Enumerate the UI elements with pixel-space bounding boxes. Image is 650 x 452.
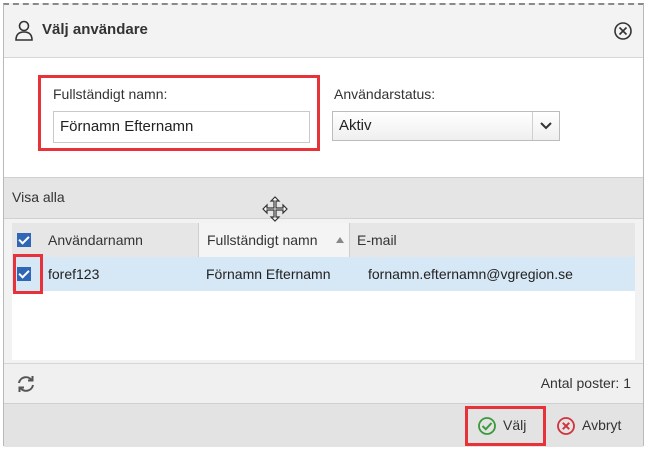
select-all-checkbox[interactable]	[17, 233, 31, 247]
move-icon	[262, 196, 288, 222]
row-checkbox-highlight	[13, 254, 43, 294]
show-all-bar[interactable]: Visa alla	[4, 177, 643, 222]
cell-fullname: Förnamn Efternamn	[206, 266, 331, 282]
col-fullname[interactable]: Fullständigt namn	[198, 223, 350, 257]
col-username[interactable]: Användarnamn	[48, 223, 143, 257]
status-label: Användarstatus:	[334, 86, 436, 102]
grid-footer: Antal poster: 1	[4, 363, 643, 404]
col-email[interactable]: E-mail	[357, 223, 397, 257]
status-select[interactable]: Aktiv	[332, 111, 560, 141]
cancel-circle-icon	[557, 417, 575, 435]
record-count: Antal poster: 1	[540, 375, 631, 391]
fullname-input[interactable]: Förnamn Efternamn	[53, 111, 310, 143]
table-row[interactable]: foref123 Förnamn Efternamn fornamn.efter…	[12, 257, 635, 291]
cell-username: foref123	[48, 266, 100, 282]
status-selected-value: Aktiv	[339, 117, 372, 134]
refresh-icon[interactable]	[16, 374, 36, 394]
fullname-label: Fullständigt namn:	[53, 86, 168, 102]
select-user-dialog: Välj användare Fullständigt namn: Förnam…	[3, 3, 644, 447]
cell-email: fornamn.efternamn@vgregion.se	[368, 266, 573, 282]
check-circle-icon	[478, 417, 496, 435]
cancel-button-label: Avbryt	[582, 417, 622, 433]
dialog-title: Välj användare	[42, 21, 148, 38]
cancel-button[interactable]: Avbryt	[556, 412, 638, 438]
dialog-titlebar: Välj användare	[4, 5, 643, 58]
col-fullname-label: Fullständigt namn	[207, 232, 318, 248]
user-icon	[15, 20, 33, 41]
close-icon[interactable]	[613, 21, 633, 41]
chevron-down-icon[interactable]	[532, 112, 559, 140]
select-button[interactable]: Välj	[477, 412, 537, 438]
grid-header: Användarnamn Fullständigt namn E-mail	[12, 223, 635, 258]
select-button-label: Välj	[503, 417, 527, 433]
filter-panel: Fullständigt namn: Förnamn Efternamn Anv…	[4, 58, 643, 177]
show-all-label[interactable]: Visa alla	[12, 189, 65, 205]
dialog-buttons: Välj Avbryt	[4, 403, 643, 447]
sort-asc-icon	[336, 237, 344, 243]
grid-body: foref123 Förnamn Efternamn fornamn.efter…	[12, 257, 635, 360]
